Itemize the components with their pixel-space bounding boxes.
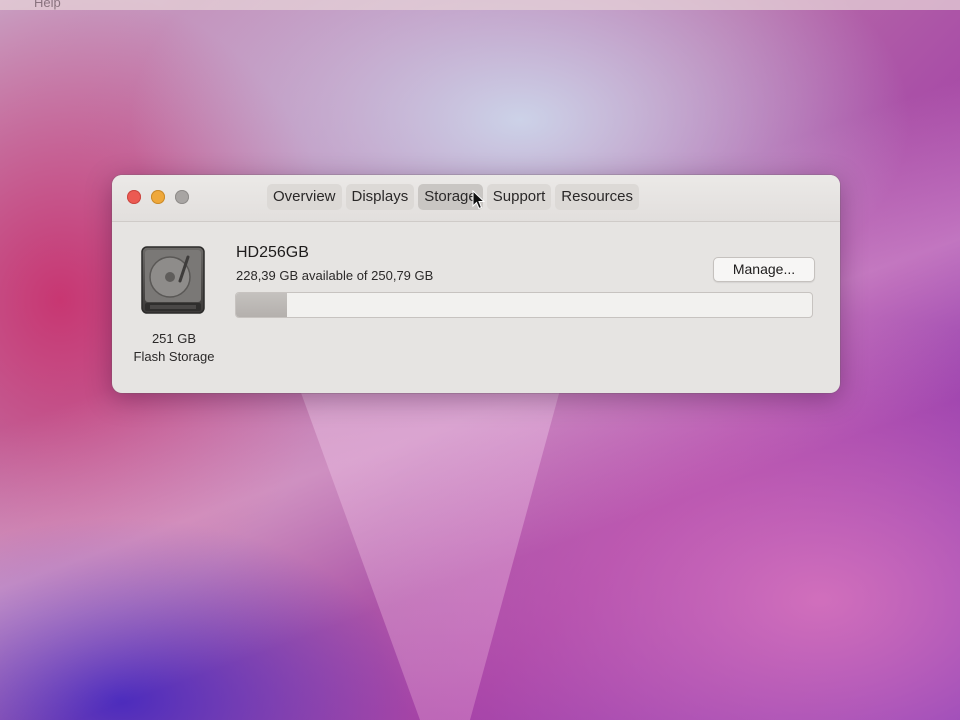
menu-bar: Help [0, 0, 960, 10]
window-titlebar[interactable]: Overview Displays Storage Support Resour… [112, 175, 840, 222]
tab-displays[interactable]: Displays [345, 184, 415, 210]
tab-bar: Overview Displays Storage Support Resour… [267, 184, 639, 210]
menu-item-help[interactable]: Help [34, 0, 61, 10]
minimize-button[interactable] [151, 190, 165, 204]
desktop-wallpaper: Help Overview Displays Storage Support R… [0, 0, 960, 720]
zoom-button[interactable] [175, 190, 189, 204]
disk-capacity-label: 251 GB [151, 331, 197, 346]
close-button[interactable] [127, 190, 141, 204]
hard-drive-icon [141, 246, 205, 314]
storage-used-segment [236, 293, 288, 317]
manage-button[interactable]: Manage... [713, 257, 815, 282]
mouse-pointer-icon [472, 190, 486, 210]
storage-usage-bar [235, 292, 813, 318]
volume-availability: 228,39 GB available of 250,79 GB [236, 268, 434, 283]
tab-overview[interactable]: Overview [267, 184, 342, 210]
disk-type-label: Flash Storage [133, 349, 215, 364]
about-this-mac-window: Overview Displays Storage Support Resour… [112, 175, 840, 393]
tab-resources[interactable]: Resources [555, 184, 639, 210]
tab-support[interactable]: Support [486, 184, 552, 210]
volume-name: HD256GB [236, 244, 309, 261]
